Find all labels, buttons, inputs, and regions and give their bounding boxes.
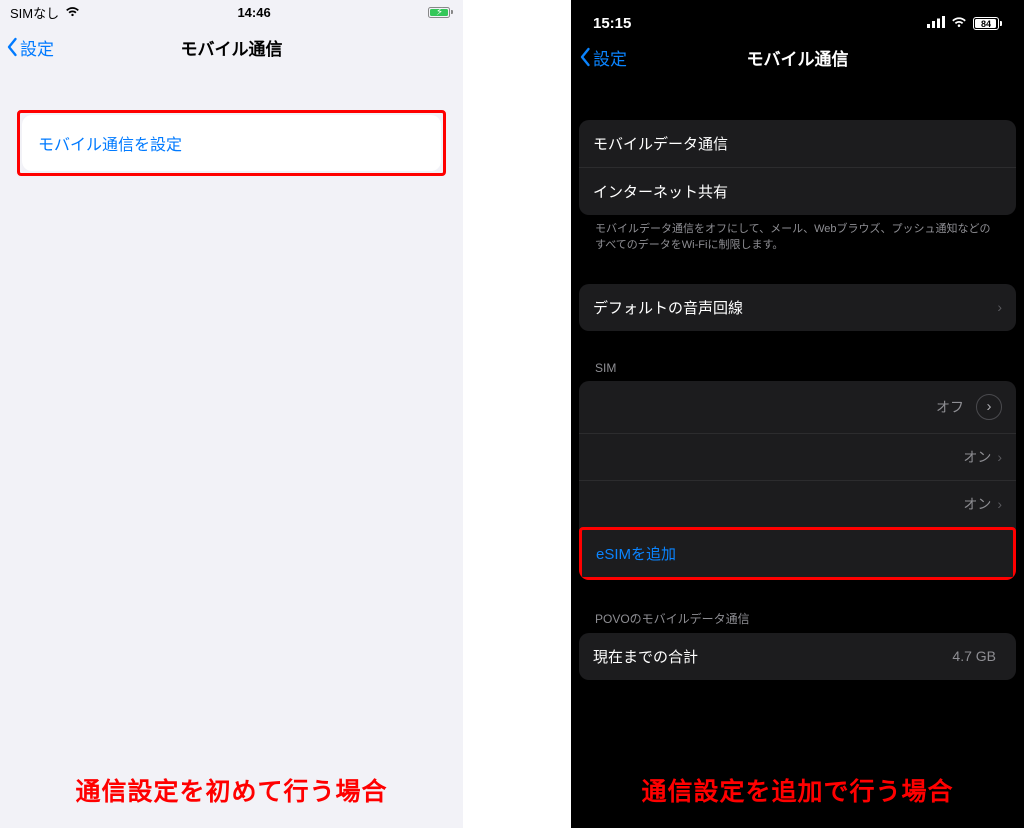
- annotation-caption: 通信設定を初めて行う場合: [0, 772, 463, 808]
- annotation-caption: 通信設定を追加で行う場合: [571, 772, 1024, 808]
- status-bar: 15:15 84: [571, 0, 1024, 34]
- add-esim-button[interactable]: eSIMを追加: [582, 530, 1013, 577]
- nav-bar: 設定 モバイル通信: [571, 34, 1024, 80]
- nav-title: モバイル通信: [571, 45, 1024, 70]
- row-sim-3[interactable]: オン ›: [579, 480, 1016, 527]
- dynamic-island: [743, 6, 853, 30]
- battery-percent: 84: [981, 19, 991, 29]
- row-value: オン: [963, 494, 997, 514]
- row-current-period[interactable]: 現在までの合計 4.7 GB: [579, 633, 1016, 680]
- chevron-right-icon: ›: [997, 496, 1002, 512]
- status-time: 14:46: [237, 5, 270, 20]
- row-sim-2[interactable]: オン ›: [579, 433, 1016, 480]
- cellular-signal-icon: [927, 15, 945, 32]
- row-personal-hotspot[interactable]: インターネット共有: [579, 167, 1016, 215]
- chevron-right-icon: ›: [997, 449, 1002, 465]
- row-default-voice-line[interactable]: デフォルトの音声回線 ›: [579, 284, 1016, 331]
- setup-cellular-button[interactable]: モバイル通信を設定: [22, 115, 441, 171]
- layout-gap: [463, 0, 571, 828]
- section-cellular-data: モバイルデータ通信 インターネット共有 モバイルデータ通信をオフにして、メール、…: [579, 120, 1016, 254]
- status-sim-text: SIMなし: [10, 3, 59, 22]
- section-cellular-usage: POVOのモバイルデータ通信 現在までの合計 4.7 GB: [579, 610, 1016, 680]
- battery-icon: 84: [973, 17, 1002, 30]
- row-value: オン: [963, 447, 997, 467]
- phone-screen-light: SIMなし 14:46 ⚡︎ 設定 モバイル通信 モバイル通信を設定 通信設定を…: [0, 0, 463, 828]
- phone-screen-dark: 15:15 84 設定 モバイル通信 モバイルデータ通信: [571, 0, 1024, 828]
- row-cellular-data[interactable]: モバイルデータ通信: [579, 120, 1016, 167]
- chevron-right-icon: ›: [997, 299, 1002, 315]
- annotation-highlight: eSIMを追加: [579, 527, 1016, 580]
- nav-bar: 設定 モバイル通信: [0, 24, 463, 70]
- section-header: SIM: [579, 361, 1016, 381]
- row-label: モバイルデータ通信: [593, 133, 728, 154]
- section-footer: モバイルデータ通信をオフにして、メール、Webブラウズ、プッシュ通知などのすべて…: [579, 215, 1016, 254]
- row-label: インターネット共有: [593, 181, 728, 202]
- row-label: 現在までの合計: [593, 646, 698, 667]
- wifi-icon: [65, 5, 80, 20]
- content-scroll[interactable]: モバイルデータ通信 インターネット共有 モバイルデータ通信をオフにして、メール、…: [571, 80, 1024, 828]
- section-sim: SIM オフ › オン › オン › eSIMを追加: [579, 361, 1016, 580]
- status-bar: SIMなし 14:46 ⚡︎: [0, 0, 463, 24]
- status-time: 15:15: [593, 15, 631, 32]
- row-sim-1[interactable]: オフ ›: [579, 381, 1016, 433]
- wifi-icon: [951, 15, 967, 32]
- info-disclosure-icon[interactable]: ›: [976, 394, 1002, 420]
- row-value: 4.7 GB: [952, 648, 1002, 664]
- nav-title: モバイル通信: [0, 35, 463, 60]
- section-header: POVOのモバイルデータ通信: [579, 610, 1016, 633]
- annotation-highlight: モバイル通信を設定: [17, 110, 446, 176]
- row-label: デフォルトの音声回線: [593, 297, 743, 318]
- row-value: オフ: [936, 397, 970, 417]
- battery-icon: ⚡︎: [428, 7, 453, 18]
- section-default-voice: デフォルトの音声回線 ›: [579, 284, 1016, 331]
